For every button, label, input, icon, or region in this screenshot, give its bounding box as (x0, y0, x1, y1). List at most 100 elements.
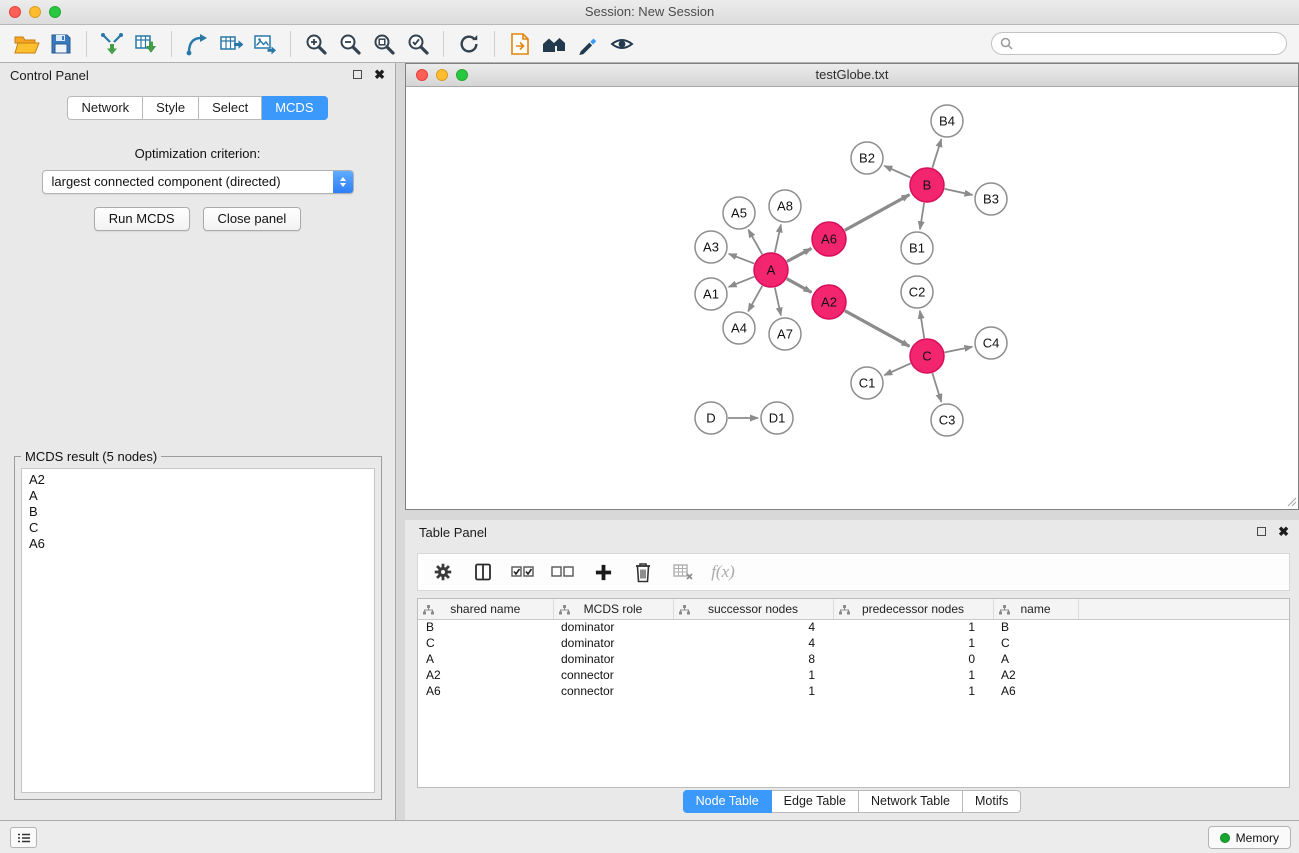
graph-edge[interactable] (932, 139, 941, 168)
graph-node[interactable]: D1 (761, 402, 793, 434)
graph-node[interactable]: B1 (901, 232, 933, 264)
delete-column-button[interactable] (628, 558, 658, 586)
column-header-mcds-role[interactable]: MCDS role (553, 599, 673, 619)
mcds-result-item[interactable]: B (22, 504, 374, 520)
graph-edge[interactable] (729, 254, 754, 264)
column-header-shared-name[interactable]: shared name (418, 599, 553, 619)
graph-node[interactable]: B3 (975, 183, 1007, 215)
task-history-button[interactable] (10, 827, 37, 848)
graph-node[interactable]: C (910, 339, 944, 373)
show-column-button[interactable] (468, 558, 498, 586)
tab-network[interactable]: Network (67, 96, 143, 120)
select-all-columns-button[interactable] (508, 558, 538, 586)
search-input[interactable] (991, 32, 1287, 55)
close-table-panel-button[interactable]: ✖ (1278, 526, 1289, 537)
network-canvas[interactable]: B4 B2 B B3 A5 A8 A6 B1 A3 A A1 C2 A2 A4 A7 C4 C C1 C3 D D1 (406, 87, 1298, 508)
graph-edge[interactable] (729, 277, 755, 287)
graph-edge[interactable] (775, 225, 781, 253)
tab-network-table[interactable]: Network Table (859, 790, 963, 813)
graphics-details-button[interactable] (605, 29, 639, 59)
run-mcds-button[interactable]: Run MCDS (94, 207, 190, 231)
tab-mcds[interactable]: MCDS (262, 96, 327, 120)
graph-edge[interactable] (845, 311, 910, 347)
graph-node[interactable]: B (910, 168, 944, 202)
function-builder-button[interactable]: f(x) (708, 558, 738, 586)
graph-node[interactable]: C2 (901, 276, 933, 308)
graph-node[interactable]: A (754, 253, 788, 287)
graph-edge[interactable] (920, 311, 924, 338)
tab-node-table[interactable]: Node Table (683, 790, 772, 813)
open-session-button[interactable] (10, 29, 44, 59)
import-table-button[interactable] (129, 29, 163, 59)
optimization-criterion-select[interactable]: largest connected component (directed) (42, 170, 354, 194)
tab-edge-table[interactable]: Edge Table (772, 790, 859, 813)
zoom-in-button[interactable] (299, 29, 333, 59)
graph-node[interactable]: B2 (851, 142, 883, 174)
graph-edge[interactable] (787, 279, 812, 293)
table-row[interactable]: A6connector11A6 (418, 683, 1289, 699)
zoom-selected-button[interactable] (401, 29, 435, 59)
graph-node[interactable]: A2 (812, 285, 846, 319)
column-header-successor-nodes[interactable]: successor nodes (673, 599, 833, 619)
export-table-button[interactable] (214, 29, 248, 59)
create-column-button[interactable] (588, 558, 618, 586)
graph-node[interactable]: A7 (769, 318, 801, 350)
tab-select[interactable]: Select (199, 96, 262, 120)
graph-node[interactable]: B4 (931, 105, 963, 137)
graph-node[interactable]: C1 (851, 367, 883, 399)
minimize-window-button[interactable] (29, 6, 41, 18)
graph-edge[interactable] (920, 203, 924, 229)
graph-node[interactable]: C3 (931, 404, 963, 436)
close-panel-button[interactable]: Close panel (203, 207, 302, 231)
graph-edge[interactable] (775, 288, 781, 316)
save-session-button[interactable] (44, 29, 78, 59)
delete-table-button[interactable] (668, 558, 698, 586)
export-document-button[interactable] (503, 29, 537, 59)
close-panel-icon-button[interactable]: ✖ (374, 69, 385, 80)
table-row[interactable]: A2connector11A2 (418, 667, 1289, 683)
apply-style-button[interactable] (571, 29, 605, 59)
column-header-name[interactable]: name (993, 599, 1078, 619)
graph-node[interactable]: A8 (769, 190, 801, 222)
graph-edge[interactable] (748, 230, 762, 255)
graph-edge[interactable] (748, 286, 762, 312)
tab-style[interactable]: Style (143, 96, 199, 120)
mcds-result-item[interactable]: A6 (22, 536, 374, 552)
tab-motifs[interactable]: Motifs (963, 790, 1021, 813)
export-network-button[interactable] (180, 29, 214, 59)
graph-node[interactable]: A3 (695, 231, 727, 263)
table-settings-button[interactable] (428, 558, 458, 586)
graph-node[interactable]: A5 (723, 197, 755, 229)
mcds-result-item[interactable]: A (22, 488, 374, 504)
export-image-button[interactable] (248, 29, 282, 59)
close-window-button[interactable] (9, 6, 21, 18)
mcds-result-list[interactable]: A2ABCA6 (21, 468, 375, 793)
network-zoom-button[interactable] (456, 69, 468, 81)
import-network-button[interactable] (95, 29, 129, 59)
mcds-result-item[interactable]: C (22, 520, 374, 536)
graph-node[interactable]: A4 (723, 312, 755, 344)
table-row[interactable]: Cdominator41C (418, 635, 1289, 651)
table-row[interactable]: Bdominator41B (418, 619, 1289, 635)
zoom-out-button[interactable] (333, 29, 367, 59)
graph-edge[interactable] (787, 248, 811, 261)
network-close-button[interactable] (416, 69, 428, 81)
graph-edge[interactable] (945, 189, 973, 195)
graph-edge[interactable] (884, 363, 910, 375)
graph-edge[interactable] (845, 195, 910, 231)
network-overview-button[interactable] (537, 29, 571, 59)
network-minimize-button[interactable] (436, 69, 448, 81)
mcds-result-item[interactable]: A2 (22, 472, 374, 488)
window-resize-grip[interactable] (1285, 495, 1297, 507)
graph-node[interactable]: A1 (695, 278, 727, 310)
zoom-window-button[interactable] (49, 6, 61, 18)
table-row[interactable]: Adominator80A (418, 651, 1289, 667)
graph-node[interactable]: D (695, 402, 727, 434)
graph-node[interactable]: C4 (975, 327, 1007, 359)
memory-button[interactable]: Memory (1208, 826, 1291, 849)
graph-edge[interactable] (884, 166, 910, 178)
column-header-predecessor-nodes[interactable]: predecessor nodes (833, 599, 993, 619)
deselect-all-columns-button[interactable] (548, 558, 578, 586)
graph-node[interactable]: A6 (812, 222, 846, 256)
apply-layout-button[interactable] (452, 29, 486, 59)
